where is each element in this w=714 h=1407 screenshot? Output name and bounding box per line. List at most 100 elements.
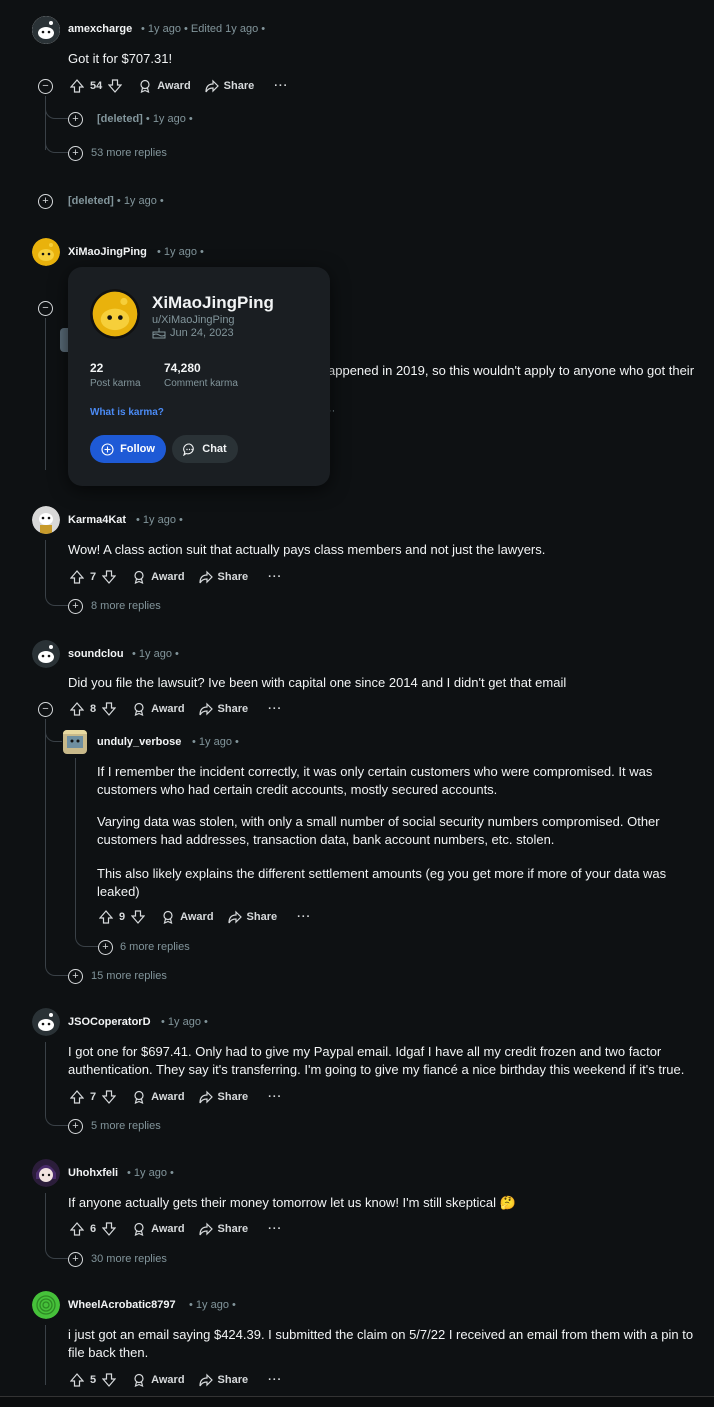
chat-button[interactable]: Chat: [172, 435, 238, 463]
upvote-icon[interactable]: [68, 1088, 86, 1106]
downvote-icon[interactable]: [106, 77, 124, 95]
cake-day-date: Jun 24, 2023: [170, 327, 234, 339]
more-replies-button[interactable]: +: [68, 599, 83, 614]
share-button[interactable]: Share: [198, 702, 248, 716]
award-button[interactable]: Award: [138, 79, 191, 93]
post-karma-value: 22: [90, 361, 104, 375]
more-options-button[interactable]: ···: [297, 911, 311, 923]
downvote-icon[interactable]: [100, 700, 118, 718]
thread-elbow: [45, 126, 68, 153]
deleted-reply[interactable]: [deleted] • 1y ago •: [97, 113, 193, 125]
username[interactable]: JSOCoperatorD: [68, 1016, 151, 1028]
collapse-thread-button[interactable]: −: [38, 301, 53, 316]
comment-actions: 5 Award Share ···: [68, 1370, 282, 1390]
deleted-comment[interactable]: [deleted] • 1y ago •: [68, 195, 164, 207]
upvote-icon[interactable]: [68, 1371, 86, 1389]
more-replies-link[interactable]: 5 more replies: [91, 1120, 161, 1132]
award-button[interactable]: Award: [161, 910, 214, 924]
award-label: Award: [151, 1091, 185, 1103]
upvote-icon[interactable]: [68, 568, 86, 586]
reply-avatar[interactable]: [63, 730, 87, 754]
more-replies-link[interactable]: 6 more replies: [120, 941, 190, 953]
award-icon: [134, 1222, 144, 1236]
profile-avatar[interactable]: [90, 289, 140, 339]
more-replies-button[interactable]: +: [98, 940, 113, 955]
award-button[interactable]: Award: [132, 1222, 185, 1236]
more-replies-link[interactable]: 15 more replies: [91, 970, 167, 982]
username[interactable]: WheelAcrobatic8797: [68, 1299, 176, 1311]
username[interactable]: Karma4Kat: [68, 514, 126, 526]
username[interactable]: amexcharge: [68, 23, 132, 35]
more-replies-link[interactable]: 53 more replies: [91, 147, 167, 159]
cake-icon: [152, 328, 166, 339]
share-button[interactable]: Share: [205, 79, 254, 93]
avatar[interactable]: [32, 16, 60, 44]
what-is-karma-link[interactable]: What is karma?: [90, 407, 164, 418]
more-options-button[interactable]: ···: [268, 1091, 282, 1103]
more-replies-button[interactable]: +: [68, 969, 83, 984]
avatar[interactable]: [32, 238, 60, 266]
vote-count: 6: [90, 1223, 97, 1235]
upvote-icon[interactable]: [68, 77, 86, 95]
upvote-icon[interactable]: [68, 700, 86, 718]
expand-reply-button[interactable]: +: [68, 112, 83, 127]
thread-line: [45, 1325, 46, 1385]
username[interactable]: unduly_verbose: [97, 736, 181, 748]
more-options-button[interactable]: ···: [268, 1374, 282, 1386]
avatar[interactable]: [32, 1291, 60, 1319]
downvote-icon[interactable]: [100, 1220, 118, 1238]
more-replies-link[interactable]: 8 more replies: [91, 600, 161, 612]
more-replies-button[interactable]: +: [68, 146, 83, 161]
profile-display-name[interactable]: XiMaoJingPing: [152, 293, 274, 313]
timestamp: 1y ago: [152, 113, 186, 125]
thread-line: [45, 1042, 46, 1102]
avatar[interactable]: [32, 1008, 60, 1036]
thread-line: [45, 318, 46, 470]
award-icon: [140, 79, 150, 93]
username[interactable]: soundclou: [68, 648, 124, 660]
more-replies-button[interactable]: +: [68, 1119, 83, 1134]
comment-karma-value: 74,280: [164, 361, 201, 375]
follow-button[interactable]: Follow: [90, 435, 166, 463]
more-replies-link[interactable]: 30 more replies: [91, 1253, 167, 1265]
share-button[interactable]: Share: [227, 910, 277, 924]
award-button[interactable]: Award: [132, 1090, 185, 1104]
upvote-icon[interactable]: [97, 908, 115, 926]
more-options-button[interactable]: ···: [274, 80, 288, 92]
upvote-icon[interactable]: [68, 1220, 86, 1238]
share-button[interactable]: Share: [198, 1090, 248, 1104]
comment-meta: • 1y ago •: [189, 1299, 236, 1311]
avatar[interactable]: [32, 1159, 60, 1187]
downvote-icon[interactable]: [100, 1371, 118, 1389]
award-button[interactable]: Award: [132, 1373, 185, 1387]
share-icon: [198, 570, 213, 584]
avatar[interactable]: [32, 506, 60, 534]
collapse-thread-button[interactable]: −: [38, 79, 53, 94]
award-icon: [163, 910, 173, 924]
post-karma-label: Post karma: [90, 378, 141, 389]
downvote-icon[interactable]: [100, 1088, 118, 1106]
share-icon: [198, 1222, 213, 1236]
downvote-icon[interactable]: [129, 908, 147, 926]
share-label: Share: [217, 1374, 249, 1386]
avatar[interactable]: [32, 640, 60, 668]
more-options-button[interactable]: ···: [268, 1223, 282, 1235]
collapse-thread-button[interactable]: −: [38, 702, 53, 717]
edited-timestamp: Edited 1y ago: [190, 23, 259, 35]
more-replies-button[interactable]: +: [68, 1252, 83, 1267]
downvote-icon[interactable]: [100, 568, 118, 586]
username[interactable]: Uhohxfeli: [68, 1167, 118, 1179]
expand-comment-button[interactable]: +: [38, 194, 53, 209]
more-options-button[interactable]: ···: [268, 571, 282, 583]
share-icon: [198, 1090, 213, 1104]
share-button[interactable]: Share: [198, 570, 248, 584]
timestamp: 1y ago: [195, 1299, 229, 1311]
username[interactable]: XiMaoJingPing: [68, 246, 147, 258]
share-button[interactable]: Share: [198, 1373, 249, 1387]
award-button[interactable]: Award: [132, 702, 185, 716]
award-label: Award: [151, 571, 185, 583]
more-options-button[interactable]: ···: [268, 703, 282, 715]
plus-circle-icon: [101, 442, 114, 456]
share-button[interactable]: Share: [198, 1222, 248, 1236]
award-button[interactable]: Award: [132, 570, 185, 584]
